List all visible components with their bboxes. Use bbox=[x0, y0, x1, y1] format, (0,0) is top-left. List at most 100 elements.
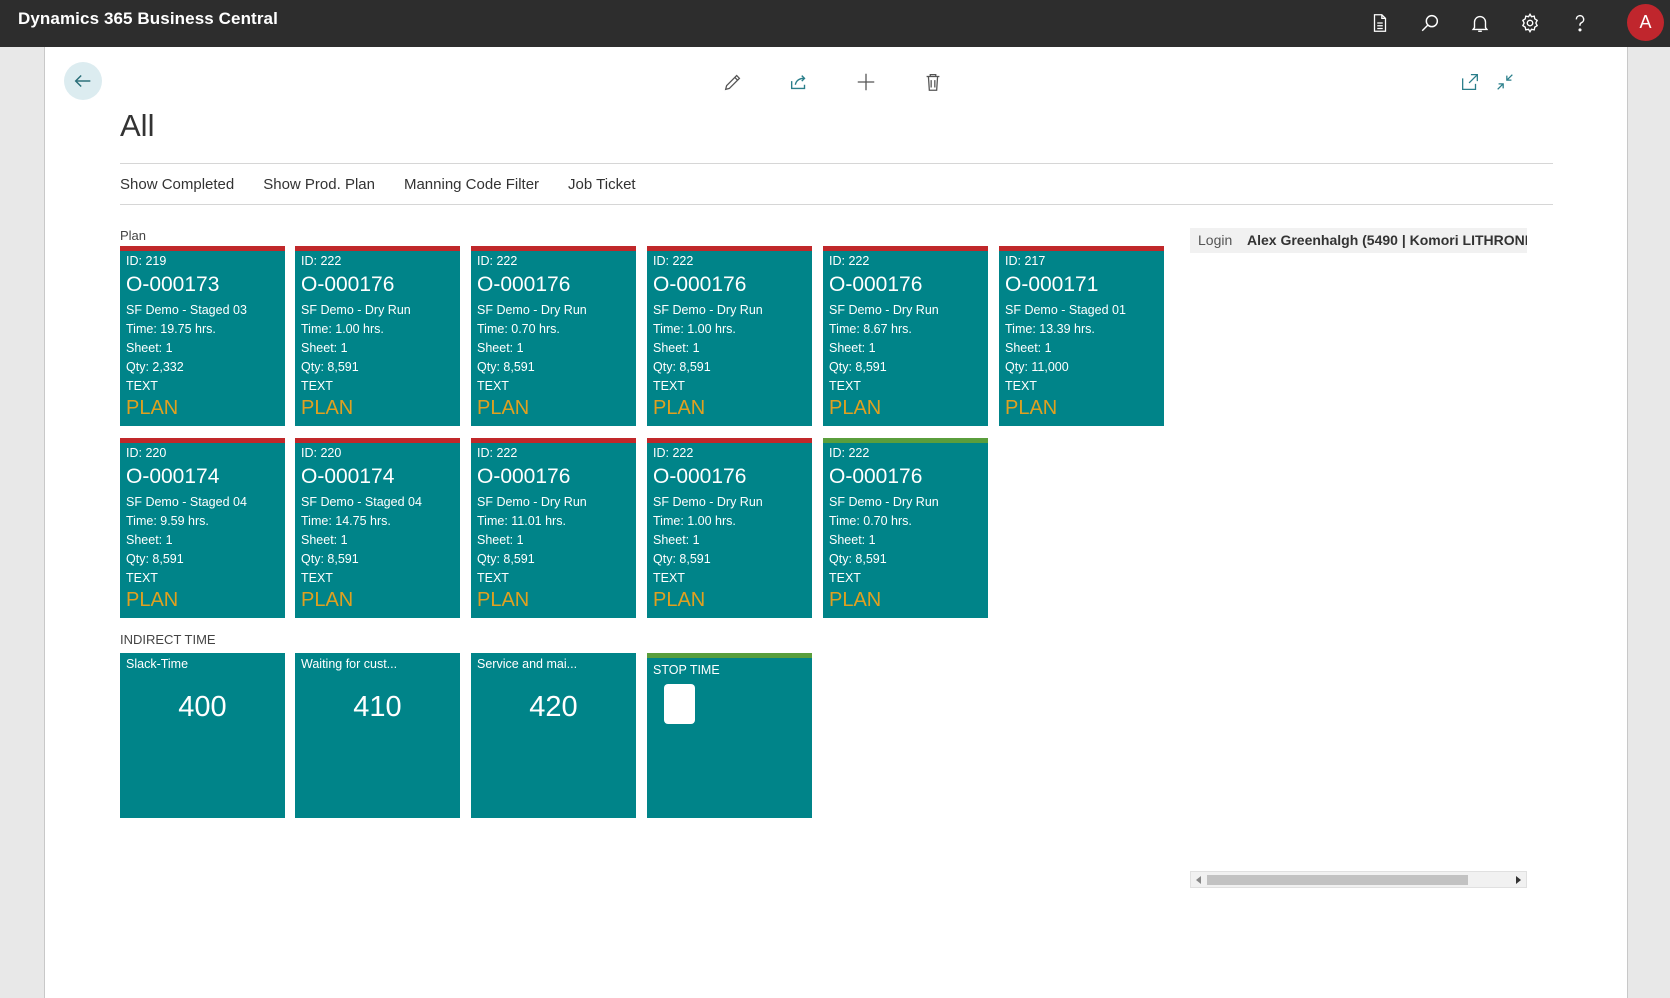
scroll-left-icon[interactable] bbox=[1196, 876, 1201, 884]
edit-button[interactable] bbox=[719, 68, 747, 96]
indirect-tile[interactable]: Waiting for cust... 410 bbox=[295, 653, 460, 818]
tile-qty: Qty: 8,591 bbox=[126, 552, 184, 566]
right-gutter bbox=[1627, 47, 1670, 998]
gear-icon[interactable] bbox=[1512, 5, 1548, 41]
scroll-thumb[interactable] bbox=[1207, 875, 1468, 885]
add-icon bbox=[857, 73, 875, 91]
tile-desc: SF Demo - Dry Run bbox=[653, 303, 763, 317]
tile-time: Time: 1.00 hrs. bbox=[653, 514, 736, 528]
status-bar bbox=[471, 246, 636, 251]
tile-order: O-000174 bbox=[126, 465, 220, 488]
horizontal-scrollbar[interactable] bbox=[1190, 871, 1527, 888]
plan-section-label: Plan bbox=[120, 228, 147, 243]
bell-icon[interactable] bbox=[1462, 5, 1498, 41]
report-icon[interactable] bbox=[1362, 5, 1398, 41]
status-bar bbox=[295, 438, 460, 443]
tile-qty: Qty: 8,591 bbox=[653, 552, 711, 566]
collapse-button[interactable] bbox=[1491, 68, 1519, 96]
indirect-name: STOP TIME bbox=[653, 663, 720, 677]
tile-text: TEXT bbox=[126, 379, 158, 393]
tile-id: ID: 222 bbox=[301, 254, 342, 268]
tile-status: PLAN bbox=[829, 589, 882, 611]
status-bar bbox=[823, 438, 988, 443]
tile-qty: Qty: 8,591 bbox=[477, 552, 535, 566]
tile-sheet: Sheet: 1 bbox=[477, 533, 524, 547]
show-completed-action[interactable]: Show Completed bbox=[120, 176, 234, 193]
login-user[interactable]: Alex Greenhalgh (5490 | Komori LITHRONE bbox=[1247, 232, 1527, 248]
plan-tile[interactable]: ID: 222 O-000176 SF Demo - Dry Run Time:… bbox=[647, 438, 812, 618]
tile-status: PLAN bbox=[653, 589, 706, 611]
tile-desc: SF Demo - Dry Run bbox=[477, 303, 587, 317]
status-bar bbox=[823, 246, 988, 251]
tile-time: Time: 14.75 hrs. bbox=[301, 514, 391, 528]
login-label: Login bbox=[1198, 232, 1233, 248]
status-bar bbox=[471, 438, 636, 443]
indirect-name: Service and mai... bbox=[477, 657, 578, 671]
tile-time: Time: 1.00 hrs. bbox=[653, 322, 736, 336]
left-gutter bbox=[0, 47, 45, 998]
tile-time: Time: 9.59 hrs. bbox=[126, 514, 209, 528]
tile-desc: SF Demo - Staged 01 bbox=[1005, 303, 1126, 317]
tile-desc: SF Demo - Dry Run bbox=[653, 495, 763, 509]
back-button[interactable] bbox=[64, 62, 102, 100]
tile-id: ID: 217 bbox=[1005, 254, 1046, 268]
job-ticket-action[interactable]: Job Ticket bbox=[568, 176, 636, 193]
stop-time-tile[interactable]: STOP TIME bbox=[647, 653, 812, 818]
status-bar bbox=[647, 653, 812, 658]
share-button[interactable] bbox=[785, 68, 813, 96]
tile-status: PLAN bbox=[301, 589, 354, 611]
tile-time: Time: 1.00 hrs. bbox=[301, 322, 384, 336]
plan-tile[interactable]: ID: 217 O-000171 SF Demo - Staged 01 Tim… bbox=[999, 246, 1164, 426]
avatar[interactable]: A bbox=[1627, 4, 1664, 41]
status-bar bbox=[999, 246, 1164, 251]
status-bar bbox=[120, 246, 285, 251]
tile-id: ID: 219 bbox=[126, 254, 167, 268]
tile-text: TEXT bbox=[477, 379, 509, 393]
show-prod-plan-action[interactable]: Show Prod. Plan bbox=[263, 176, 375, 193]
scroll-right-icon[interactable] bbox=[1516, 876, 1521, 884]
tile-id: ID: 222 bbox=[477, 446, 518, 460]
indirect-tile[interactable]: Slack-Time 400 bbox=[120, 653, 285, 818]
indirect-code: 420 bbox=[529, 691, 578, 723]
plan-tile[interactable]: ID: 222 O-000176 SF Demo - Dry Run Time:… bbox=[823, 438, 988, 618]
plan-tile[interactable]: ID: 220 O-000174 SF Demo - Staged 04 Tim… bbox=[295, 438, 460, 618]
tile-sheet: Sheet: 1 bbox=[126, 533, 173, 547]
delete-button[interactable] bbox=[919, 68, 947, 96]
app-title[interactable]: Dynamics 365 Business Central bbox=[18, 9, 278, 29]
tile-status: PLAN bbox=[126, 589, 179, 611]
tile-sheet: Sheet: 1 bbox=[477, 341, 524, 355]
tile-desc: SF Demo - Dry Run bbox=[301, 303, 411, 317]
indirect-section-label: INDIRECT TIME bbox=[120, 632, 216, 647]
plan-tile[interactable]: ID: 220 O-000174 SF Demo - Staged 04 Tim… bbox=[120, 438, 285, 618]
search-icon[interactable] bbox=[1412, 5, 1448, 41]
tile-sheet: Sheet: 1 bbox=[301, 533, 348, 547]
open-new-window-button[interactable] bbox=[1456, 68, 1484, 96]
tile-text: TEXT bbox=[1005, 379, 1037, 393]
plan-tile[interactable]: ID: 222 O-000176 SF Demo - Dry Run Time:… bbox=[823, 246, 988, 426]
tile-sheet: Sheet: 1 bbox=[829, 341, 876, 355]
indirect-tile[interactable]: Service and mai... 420 bbox=[471, 653, 636, 818]
tile-qty: Qty: 11,000 bbox=[1005, 360, 1069, 374]
plan-tile[interactable]: ID: 219 O-000173 SF Demo - Staged 03 Tim… bbox=[120, 246, 285, 426]
plan-tile[interactable]: ID: 222 O-000176 SF Demo - Dry Run Time:… bbox=[471, 246, 636, 426]
tile-status: PLAN bbox=[301, 397, 354, 419]
tile-desc: SF Demo - Dry Run bbox=[829, 495, 939, 509]
plan-tile[interactable]: ID: 222 O-000176 SF Demo - Dry Run Time:… bbox=[295, 246, 460, 426]
tile-text: TEXT bbox=[829, 379, 861, 393]
tile-order: O-000176 bbox=[653, 465, 747, 488]
tile-desc: SF Demo - Dry Run bbox=[477, 495, 587, 509]
tile-time: Time: 11.01 hrs. bbox=[477, 514, 566, 528]
plan-tile[interactable]: ID: 222 O-000176 SF Demo - Dry Run Time:… bbox=[471, 438, 636, 618]
tile-order: O-000176 bbox=[653, 273, 747, 296]
stop-icon bbox=[664, 684, 695, 724]
tile-order: O-000174 bbox=[301, 465, 395, 488]
manning-code-filter-action[interactable]: Manning Code Filter bbox=[404, 176, 539, 193]
tile-time: Time: 19.75 hrs. bbox=[126, 322, 216, 336]
tile-text: TEXT bbox=[301, 379, 333, 393]
help-icon[interactable] bbox=[1562, 5, 1598, 41]
add-button[interactable] bbox=[852, 68, 880, 96]
plan-tile[interactable]: ID: 222 O-000176 SF Demo - Dry Run Time:… bbox=[647, 246, 812, 426]
tile-text: TEXT bbox=[653, 571, 685, 585]
tile-qty: Qty: 8,591 bbox=[829, 552, 887, 566]
tile-id: ID: 222 bbox=[653, 446, 694, 460]
